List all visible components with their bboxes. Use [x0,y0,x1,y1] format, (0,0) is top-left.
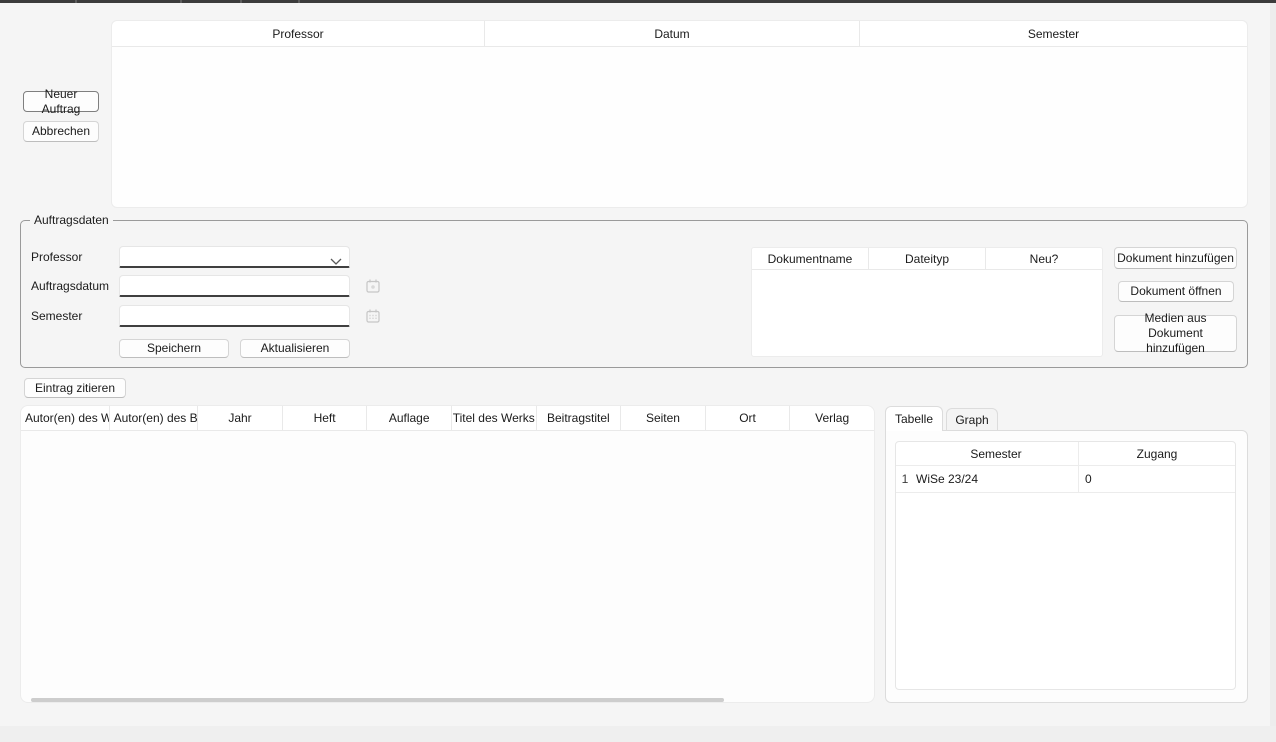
stats-column-access[interactable]: Zugang [1079,442,1235,465]
top-edge-segment [240,0,242,3]
add-media-from-document-button[interactable]: Medien aus Dokument hinzufügen [1114,315,1237,352]
documents-column-filetype[interactable]: Dateityp [868,248,985,269]
documents-table-body [752,270,1102,356]
semester-input[interactable] [120,306,349,325]
citations-column-year[interactable]: Jahr [197,406,282,430]
semester-label: Semester [31,309,82,323]
add-document-button[interactable]: Dokument hinzufügen [1114,247,1237,269]
orders-column-semester[interactable]: Semester [859,21,1247,46]
documents-table-header: Dokumentname Dateityp Neu? [752,248,1102,270]
orders-table-header: Professor Datum Semester [112,21,1247,47]
groupbox-legend: Auftragsdaten [30,213,113,227]
citations-column-publisher[interactable]: Verlag [789,406,874,430]
semester-access-table: Semester Zugang 1 WiSe 23/24 0 [895,441,1236,690]
row-number: 1 [896,466,914,492]
stats-panel: Semester Zugang 1 WiSe 23/24 0 [885,430,1248,703]
row-semester-value: WiSe 23/24 [914,466,1079,492]
window-right-edge [1270,3,1276,726]
citations-table-body [21,431,874,691]
order-date-label: Auftragsdatum [31,279,109,293]
citations-column-place[interactable]: Ort [705,406,790,430]
refresh-button[interactable]: Aktualisieren [240,339,350,358]
calendar-icon [365,278,381,294]
window-top-edge [0,0,1276,3]
top-edge-segment [180,0,182,3]
citations-column-issue[interactable]: Heft [282,406,367,430]
window-bottom-strip [0,726,1276,742]
professor-label: Professor [31,250,82,264]
citations-column-work-authors[interactable]: Autor(en) des Werks [21,406,109,430]
open-document-button[interactable]: Dokument öffnen [1118,281,1234,302]
top-edge-segment [75,0,77,3]
cite-entry-button[interactable]: Eintrag zitieren [24,378,126,398]
chevron-down-icon[interactable] [330,254,342,268]
top-edge-segment [298,0,300,3]
row-access-value: 0 [1079,466,1235,492]
tab-graph[interactable]: Graph [946,408,998,431]
documents-column-name[interactable]: Dokumentname [752,248,868,269]
calendar-grid-icon [365,308,381,324]
professor-combobox[interactable] [119,246,350,268]
documents-table: Dokumentname Dateityp Neu? [751,247,1103,357]
cancel-button[interactable]: Abbrechen [23,121,99,142]
tab-tabelle[interactable]: Tabelle [885,406,943,431]
order-date-input[interactable] [120,276,349,295]
citations-column-contribution-authors[interactable]: Autor(en) des Beitrags [109,406,198,430]
new-order-button[interactable]: Neuer Auftrag [23,91,99,112]
citations-column-pages[interactable]: Seiten [620,406,705,430]
citations-table-header: Autor(en) des Werks Autor(en) des Beitra… [21,406,874,431]
professor-combobox-input[interactable] [120,247,349,266]
row-number-gutter [896,442,914,465]
order-date-field[interactable] [119,275,350,297]
orders-column-professor[interactable]: Professor [112,21,484,46]
app-window: Professor Datum Semester Neuer Auftrag A… [0,0,1276,742]
semester-access-header: Semester Zugang [896,442,1235,466]
citations-table: Autor(en) des Werks Autor(en) des Beitra… [20,405,875,703]
documents-column-new[interactable]: Neu? [985,248,1102,269]
horizontal-scrollbar[interactable] [31,698,724,702]
citations-column-edition[interactable]: Auflage [366,406,451,430]
orders-column-datum[interactable]: Datum [484,21,859,46]
citations-column-work-title[interactable]: Titel des Werks [451,406,536,430]
semester-field[interactable] [119,305,350,327]
orders-table-body [112,47,1247,207]
orders-table: Professor Datum Semester [111,20,1248,208]
table-row[interactable]: 1 WiSe 23/24 0 [896,466,1235,493]
stats-column-semester[interactable]: Semester [914,442,1079,465]
save-button[interactable]: Speichern [119,339,229,358]
order-data-groupbox: Auftragsdaten Professor Auftragsdatum Se… [20,220,1248,368]
citations-column-contribution-title[interactable]: Beitragstitel [536,406,621,430]
